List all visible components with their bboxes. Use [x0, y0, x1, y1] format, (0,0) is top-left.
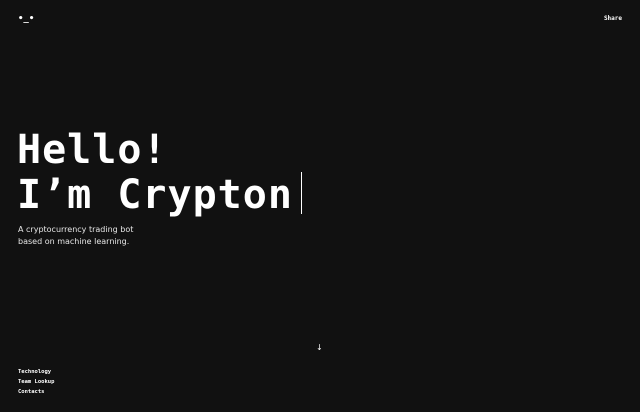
logo[interactable]: •_•	[18, 13, 34, 25]
hero-subtitle: A cryptocurrency trading bot based on ma…	[18, 224, 178, 248]
footer-link-team-lookup[interactable]: Team Lookup	[18, 377, 54, 387]
footer-nav: Technology Team Lookup Contacts	[18, 367, 54, 397]
arrow-down-icon[interactable]: ↓	[316, 343, 323, 352]
hero-heading: Hello! I’m Crypton	[17, 128, 302, 217]
footer-link-contacts[interactable]: Contacts	[18, 387, 54, 397]
hero-line-greeting: Hello!	[17, 127, 168, 173]
hero-name-text: I’m Crypton	[17, 172, 293, 218]
subtitle-line-2: based on machine learning.	[18, 237, 130, 246]
footer-link-technology[interactable]: Technology	[18, 367, 54, 377]
text-cursor	[300, 172, 302, 214]
share-button[interactable]: Share	[604, 15, 622, 22]
subtitle-line-1: A cryptocurrency trading bot	[18, 225, 134, 234]
hero-line-name: I’m Crypton	[17, 172, 302, 217]
page: •_• Share Hello! I’m Crypton A cryptocur…	[0, 0, 640, 412]
